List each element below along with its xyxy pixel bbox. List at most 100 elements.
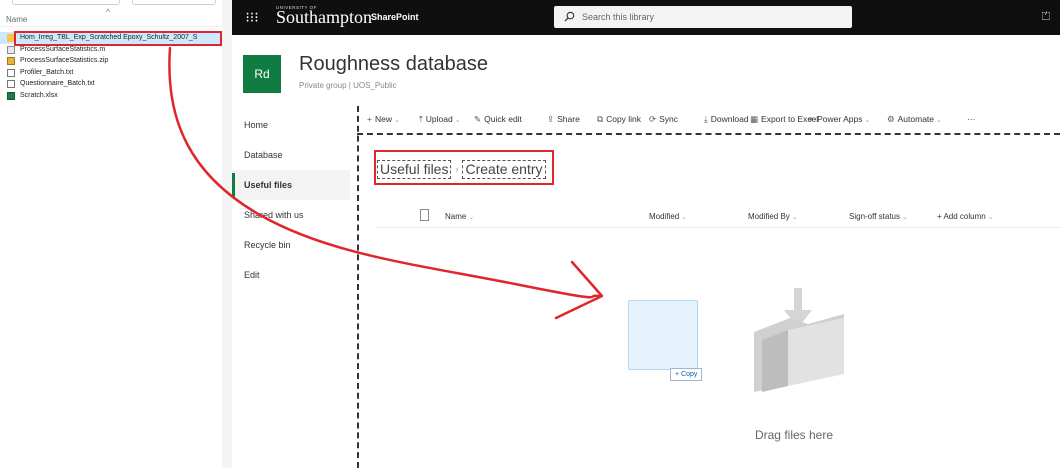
explorer-tab-strip	[0, 0, 222, 6]
dragged-file-preview	[628, 300, 698, 370]
drop-zone-text: Drag files here	[754, 428, 834, 442]
command-label: Copy link	[606, 114, 642, 124]
command-label: Sync	[659, 114, 679, 124]
explorer-tab[interactable]	[12, 0, 120, 5]
command-new[interactable]: + New ⌄	[367, 114, 400, 124]
feedback-icon[interactable]: ⏍	[1042, 11, 1050, 24]
command-icon: ⇪	[547, 114, 555, 124]
matlab-file-icon	[7, 45, 15, 54]
site-subtitle: Private group | UOS_Public	[299, 81, 397, 90]
command-icon: ⟳	[649, 114, 657, 124]
app-name[interactable]: SharePoint	[371, 12, 419, 22]
list-item[interactable]: ProcessSurfaceStatistics.zip	[0, 55, 222, 67]
command-label: New	[374, 114, 392, 124]
command-label: Upload	[425, 114, 453, 124]
command-copy-link[interactable]: ⧉ Copy link	[597, 114, 641, 125]
excel-file-icon	[7, 91, 15, 100]
text-file-icon	[7, 80, 15, 88]
search-placeholder: Search this library	[582, 12, 655, 22]
chevron-down-icon: ⌄	[393, 117, 400, 124]
add-column-button[interactable]: + Add column ⌄	[937, 212, 994, 221]
nav-item-database[interactable]: Database	[232, 140, 350, 170]
annotation-highlight-box	[374, 150, 554, 185]
site-title[interactable]: Roughness database	[299, 53, 488, 76]
command-label: Download	[710, 114, 749, 124]
chevron-down-icon: ⌄	[864, 117, 871, 124]
dashed-divider	[357, 106, 359, 468]
column-modified-by-label: Modified By	[748, 212, 790, 221]
command-label: Automate	[897, 114, 935, 124]
chevron-down-icon: ⌄	[681, 214, 688, 221]
command-label: Quick edit	[484, 114, 522, 124]
screenshot-root: Name ^ Hom_Irreg_TBL_Exp_Scratched Epoxy…	[0, 0, 1060, 468]
copy-badge: + Copy	[670, 368, 703, 381]
column-name-label: Name	[6, 15, 28, 24]
search-icon	[564, 11, 575, 22]
command-quick-edit[interactable]: ✎ Quick edit	[474, 114, 522, 125]
suite-bar: ⁝⁝⁝ UNIVERSITY OF Southampton SharePoint…	[232, 0, 1060, 35]
dashed-divider	[357, 133, 1060, 135]
explorer-column-header[interactable]: Name ^	[0, 7, 222, 27]
left-navigation: Home Database Useful files Shared with us Re…	[232, 110, 350, 290]
list-item[interactable]: Questionnaire_Batch.txt	[0, 78, 222, 90]
file-name: ProcessSurfaceStatistics.zip	[20, 57, 109, 64]
site-logo[interactable]: Rd	[243, 55, 281, 93]
column-signoff-status[interactable]: Sign-off status ⌄	[849, 212, 908, 221]
file-type-icon[interactable]	[420, 209, 429, 221]
command-power-apps[interactable]: ⚭ Power Apps ⌄	[807, 114, 870, 125]
command-download[interactable]: ⤓ Download	[704, 114, 749, 125]
command-label: Power Apps	[817, 114, 863, 124]
annotation-highlight-box	[14, 31, 222, 46]
file-explorer: Name ^ Hom_Irreg_TBL_Exp_Scratched Epoxy…	[0, 0, 222, 468]
command-more[interactable]: ···	[967, 114, 976, 124]
add-column-label: + Add column	[937, 212, 986, 221]
command-label: ···	[967, 114, 976, 124]
chevron-down-icon: ⌄	[936, 117, 942, 124]
explorer-tab[interactable]	[132, 0, 216, 5]
command-icon: ▦	[750, 114, 759, 124]
list-item[interactable]: Profiler_Batch.txt	[0, 67, 222, 79]
nav-item-recycle-bin[interactable]: Recycle bin	[232, 230, 350, 260]
drop-folder-icon	[754, 288, 844, 392]
command-icon: +	[367, 114, 372, 124]
nav-item-edit[interactable]: Edit	[232, 260, 350, 290]
nav-item-useful-files[interactable]: Useful files	[232, 170, 350, 200]
command-icon: ⧉	[597, 114, 604, 124]
search-box[interactable]: Search this library	[554, 6, 852, 28]
command-icon: ⤓	[704, 114, 708, 124]
chevron-down-icon: ⌄	[468, 214, 475, 221]
command-label: Share	[557, 114, 580, 124]
file-name: Profiler_Batch.txt	[20, 68, 74, 76]
sort-caret-icon: ^	[106, 7, 111, 17]
command-icon: ✎	[474, 114, 482, 124]
chevron-down-icon: ⌄	[987, 214, 994, 221]
site-header: Rd Roughness database Private group | UO…	[232, 35, 1060, 107]
brand-logo[interactable]: Southampton	[276, 7, 372, 28]
command-bar: + New ⌄ ⤒ Upload ⌄ ✎ Quick edit ⇪ Share ⧉ Copy link…	[367, 109, 1060, 131]
text-file-icon	[7, 68, 15, 77]
command-icon: ⚙	[887, 114, 895, 124]
column-signoff-label: Sign-off status	[849, 212, 900, 221]
file-name: Scratch.xlsx	[20, 91, 58, 99]
column-modified[interactable]: Modified ⌄	[649, 212, 687, 221]
list-item[interactable]: Scratch.xlsx	[0, 90, 222, 102]
chevron-down-icon: ⌄	[791, 214, 798, 221]
sharepoint-window: ⁝⁝⁝ UNIVERSITY OF Southampton SharePoint…	[232, 0, 1060, 468]
app-launcher-icon[interactable]: ⁝⁝⁝	[232, 0, 272, 35]
command-share[interactable]: ⇪ Share	[547, 114, 580, 125]
chevron-down-icon: ⌄	[902, 214, 908, 221]
column-name-label: Name	[445, 212, 467, 221]
column-modified-label: Modified	[649, 212, 680, 221]
file-name: ProcessSurfaceStatistics.m	[20, 45, 106, 53]
nav-item-home[interactable]: Home	[232, 110, 350, 140]
column-modified-by[interactable]: Modified By ⌄	[748, 212, 798, 221]
pane-divider[interactable]	[222, 0, 232, 468]
command-upload[interactable]: ⤒ Upload ⌄	[419, 114, 461, 125]
zip-file-icon	[7, 57, 15, 65]
list-column-headers: Name ⌄ Modified ⌄ Modified By ⌄ Sign-off st…	[377, 200, 1060, 228]
nav-item-shared-with-us[interactable]: Shared with us	[232, 200, 350, 230]
column-name[interactable]: Name ⌄	[445, 212, 474, 221]
command-sync[interactable]: ⟳ Sync	[649, 114, 678, 125]
command-icon: ⤒	[419, 114, 423, 124]
command-automate[interactable]: ⚙ Automate ⌄	[887, 114, 942, 125]
